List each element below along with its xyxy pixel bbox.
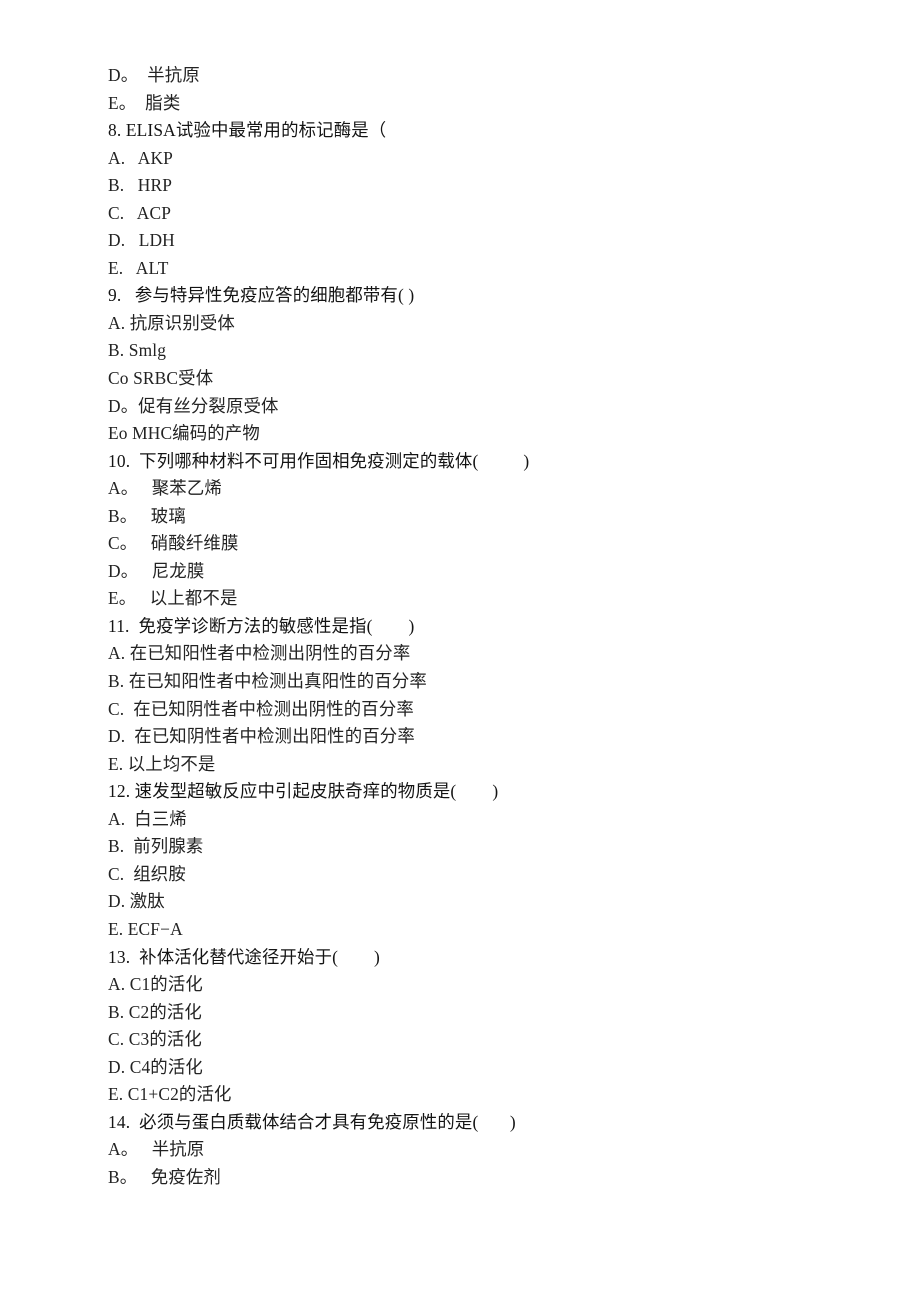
answer-option: E. 以上均不是 bbox=[108, 753, 216, 774]
answer-option: B. 前列腺素 bbox=[108, 836, 204, 857]
answer-option: A。 半抗原 bbox=[108, 1139, 205, 1160]
answer-option: B. C2的活化 bbox=[108, 1001, 202, 1022]
answer-option: E. ALT bbox=[108, 257, 169, 278]
exam-question-list: D。 半抗原 E。 脂类 8. ELISA试验中最常用的标记酶是（ A. AKP B. … bbox=[108, 62, 848, 1191]
document-page: D。 半抗原 E。 脂类 8. ELISA试验中最常用的标记酶是（ A. AKP B. … bbox=[0, 0, 920, 1301]
answer-option: D. LDH bbox=[108, 230, 175, 251]
answer-option: C. 组织胺 bbox=[108, 863, 186, 884]
answer-option: A. C1的活化 bbox=[108, 974, 203, 995]
answer-option: D. 在已知阴性者中检测出阳性的百分率 bbox=[108, 726, 415, 747]
answer-option: D. 激肽 bbox=[108, 891, 165, 912]
answer-option: B. Smlg bbox=[108, 340, 167, 361]
answer-option: A。 聚苯乙烯 bbox=[108, 478, 222, 499]
answer-option: A. AKP bbox=[108, 147, 173, 168]
question-stem: 11. 免疫学诊断方法的敏感性是指( ) bbox=[108, 615, 415, 636]
answer-option: A. 在已知阳性者中检测出阴性的百分率 bbox=[108, 643, 411, 664]
answer-option: C. ACP bbox=[108, 202, 172, 223]
answer-option: Eo MHC编码的产物 bbox=[108, 423, 260, 444]
question-stem: 14. 必须与蛋白质载体结合才具有免疫原性的是( ) bbox=[108, 1111, 516, 1132]
answer-option: C. 在已知阴性者中检测出阴性的百分率 bbox=[108, 698, 414, 719]
answer-option: C. C3的活化 bbox=[108, 1029, 202, 1050]
question-stem: 8. ELISA试验中最常用的标记酶是（ bbox=[108, 120, 387, 141]
answer-option: A. 抗原识别受体 bbox=[108, 312, 235, 333]
answer-option: B. 在已知阳性者中检测出真阳性的百分率 bbox=[108, 671, 427, 692]
answer-option: D。 半抗原 bbox=[108, 65, 200, 85]
answer-option: B. HRP bbox=[108, 175, 173, 196]
answer-option: D. C4的活化 bbox=[108, 1056, 203, 1077]
answer-option: E。 以上都不是 bbox=[108, 588, 238, 609]
answer-option: B。 玻璃 bbox=[108, 505, 186, 526]
answer-option: E. ECF−A bbox=[108, 918, 183, 939]
answer-option: A. 白三烯 bbox=[108, 808, 187, 829]
question-stem: 10. 下列哪种材料不可用作固相免疫测定的载体( ) bbox=[108, 450, 530, 471]
answer-option: E. C1+C2的活化 bbox=[108, 1084, 232, 1105]
answer-option: Co SRBC受体 bbox=[108, 368, 214, 389]
answer-option: E。 脂类 bbox=[108, 92, 181, 113]
answer-option: D。 尼龙膜 bbox=[108, 560, 205, 581]
question-stem: 12. 速发型超敏反应中引起皮肤奇痒的物质是( ) bbox=[108, 781, 499, 802]
answer-option: C。 硝酸纤维膜 bbox=[108, 533, 239, 554]
answer-option: D。促有丝分裂原受体 bbox=[108, 395, 279, 416]
answer-option: B。 免疫佐剂 bbox=[108, 1166, 221, 1187]
question-stem: 9. 参与特异性免疫应答的细胞都带有( ) bbox=[108, 285, 415, 306]
question-stem: 13. 补体活化替代途径开始于( ) bbox=[108, 946, 380, 967]
